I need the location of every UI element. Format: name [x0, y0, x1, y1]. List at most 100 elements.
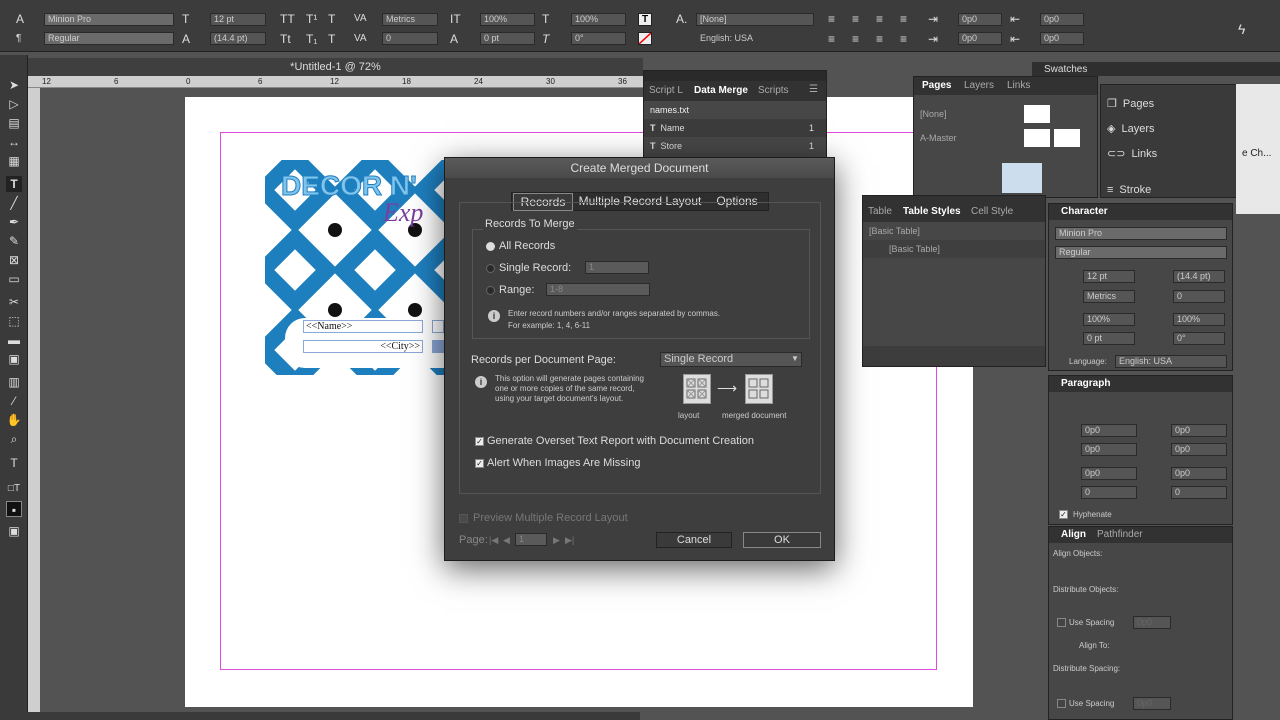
list-item[interactable]: T Name 1: [644, 119, 826, 137]
view-mode-icon[interactable]: ▪: [6, 501, 22, 517]
all-records-radio[interactable]: [486, 242, 495, 251]
screen-mode-icon[interactable]: ▣: [6, 523, 22, 539]
type-tool-icon[interactable]: T: [6, 176, 22, 192]
tab-align[interactable]: Align: [1061, 529, 1086, 540]
page-number-field[interactable]: 1: [515, 533, 547, 546]
panel-title[interactable]: Paragraph: [1061, 378, 1110, 389]
single-record-field[interactable]: 1: [585, 261, 649, 274]
last-page-icon[interactable]: ▶|: [565, 535, 574, 546]
spacing2-field[interactable]: 0p0: [1133, 697, 1171, 710]
tab-scripts[interactable]: Scripts: [758, 85, 789, 96]
char-font-field[interactable]: Minion Pro: [1055, 227, 1227, 240]
dock-layers[interactable]: ◈ Layers: [1101, 120, 1243, 138]
font-family-field[interactable]: Minion Pro: [44, 13, 174, 26]
use-spacing-checkbox[interactable]: [1057, 618, 1066, 627]
lightning-icon[interactable]: ϟ: [1238, 22, 1245, 36]
ok-button[interactable]: OK: [743, 532, 821, 548]
char-style-field[interactable]: Regular: [1055, 246, 1227, 259]
baseline-shift-field[interactable]: 0 pt: [480, 32, 535, 45]
page-1-thumbnail[interactable]: [1002, 163, 1042, 193]
page-tool-icon[interactable]: ▤: [6, 115, 22, 131]
right-indent-field[interactable]: 0p0: [1040, 13, 1084, 26]
page-thumbnail[interactable]: [1024, 129, 1050, 147]
char-leading-field[interactable]: (14.4 pt): [1173, 270, 1225, 283]
small-caps-icon[interactable]: Tt: [280, 32, 291, 46]
para-left-indent[interactable]: 0p0: [1081, 424, 1137, 437]
tab-data-merge[interactable]: Data Merge: [694, 85, 748, 96]
overset-report-checkbox[interactable]: ✓: [475, 437, 484, 446]
zoom-tool-icon[interactable]: ⌕: [6, 431, 22, 447]
rectangle-frame-tool-icon[interactable]: ⊠: [6, 252, 22, 268]
single-record-radio[interactable]: [486, 264, 495, 273]
page-thumbnail[interactable]: [1024, 105, 1050, 123]
align-towards-spine-icon[interactable]: ≡: [900, 12, 907, 26]
superscript-icon[interactable]: T¹: [306, 12, 317, 26]
justify-all-icon[interactable]: ≡: [900, 32, 907, 46]
all-caps-icon[interactable]: TT: [280, 12, 295, 26]
para-last-indent[interactable]: 0p0: [1171, 443, 1227, 456]
tab-cell-styles[interactable]: Cell Style: [971, 206, 1013, 217]
range-field[interactable]: 1-8: [546, 283, 650, 296]
eyedropper-tool-icon[interactable]: ⁄: [6, 393, 22, 409]
page-thumbnail[interactable]: [1054, 129, 1080, 147]
char-kerning-field[interactable]: Metrics: [1083, 290, 1135, 303]
selection-tool-icon[interactable]: ➤: [6, 77, 22, 93]
dock-pages[interactable]: ❐ Pages: [1101, 95, 1243, 113]
align-center-icon[interactable]: ≡: [852, 12, 859, 26]
justify-center-icon[interactable]: ≡: [852, 32, 859, 46]
first-line-indent-field[interactable]: 0p0: [958, 32, 1002, 45]
align-left-icon[interactable]: ≡: [828, 12, 835, 26]
panel-menu-icon[interactable]: ☰: [809, 84, 818, 95]
pen-tool-icon[interactable]: ✒: [6, 214, 22, 230]
list-item[interactable]: [Basic Table]: [863, 240, 1045, 258]
note-tool-icon[interactable]: ▥: [6, 374, 22, 390]
tab-script-label[interactable]: Script L: [649, 85, 683, 96]
pencil-tool-icon[interactable]: ✎: [6, 233, 22, 249]
tab-table-styles[interactable]: Table Styles: [903, 206, 961, 217]
use-spacing2-checkbox[interactable]: [1057, 699, 1066, 708]
tab-links[interactable]: Links: [1007, 80, 1030, 91]
para-space-before[interactable]: 0p0: [1081, 467, 1137, 480]
tab-pages[interactable]: Pages: [922, 80, 951, 91]
content-collector-icon[interactable]: ▦: [6, 153, 22, 169]
leading-field[interactable]: (14.4 pt): [210, 32, 266, 45]
para-right-indent[interactable]: 0p0: [1171, 424, 1227, 437]
justify-left-icon[interactable]: ≡: [828, 32, 835, 46]
records-per-page-select[interactable]: Single Record: [660, 352, 802, 367]
align-right-icon[interactable]: ≡: [876, 12, 883, 26]
justify-right-icon[interactable]: ≡: [876, 32, 883, 46]
vertical-scale-field[interactable]: 100%: [480, 13, 535, 26]
strikethrough-icon[interactable]: T: [328, 32, 335, 46]
images-missing-checkbox[interactable]: ✓: [475, 459, 484, 468]
fill-color-icon[interactable]: T: [638, 13, 652, 26]
kerning-field[interactable]: Metrics: [382, 13, 438, 26]
panel-title[interactable]: Character: [1061, 206, 1108, 217]
range-radio[interactable]: [486, 286, 495, 295]
hyphenate-checkbox[interactable]: ✓: [1059, 510, 1068, 519]
name-text-frame[interactable]: <<Name>>: [303, 320, 423, 333]
fill-stroke-icon[interactable]: T: [6, 455, 22, 471]
gradient-swatch-tool-icon[interactable]: ▬: [6, 332, 22, 348]
cancel-button[interactable]: Cancel: [656, 532, 732, 548]
dock-links[interactable]: ⊂⊃ Links: [1101, 145, 1243, 163]
para-first-indent[interactable]: 0p0: [1081, 443, 1137, 456]
char-size-field[interactable]: 12 pt: [1083, 270, 1135, 283]
preview-checkbox[interactable]: [459, 514, 468, 523]
para-space-after[interactable]: 0p0: [1171, 467, 1227, 480]
char-tracking-field[interactable]: 0: [1173, 290, 1225, 303]
left-indent-field[interactable]: 0p0: [958, 13, 1002, 26]
list-item[interactable]: T Store 1: [644, 137, 826, 155]
para-dropcap-chars[interactable]: 0: [1171, 486, 1227, 499]
gradient-feather-tool-icon[interactable]: ▣: [6, 351, 22, 367]
prev-page-icon[interactable]: ◀: [503, 535, 510, 546]
skew-field[interactable]: 0°: [571, 32, 626, 45]
stroke-none-icon[interactable]: [638, 32, 652, 45]
language-field[interactable]: English: USA: [696, 32, 814, 45]
tab-layers[interactable]: Layers: [964, 80, 994, 91]
para-dropcap-lines[interactable]: 0: [1081, 486, 1137, 499]
tab-pathfinder[interactable]: Pathfinder: [1097, 529, 1143, 540]
type-character-mode-icon[interactable]: A: [16, 12, 24, 26]
document-tab[interactable]: *Untitled-1 @ 72%: [28, 58, 643, 76]
next-page-icon[interactable]: ▶: [553, 535, 560, 546]
paragraph-mode-icon[interactable]: ¶: [16, 32, 21, 46]
